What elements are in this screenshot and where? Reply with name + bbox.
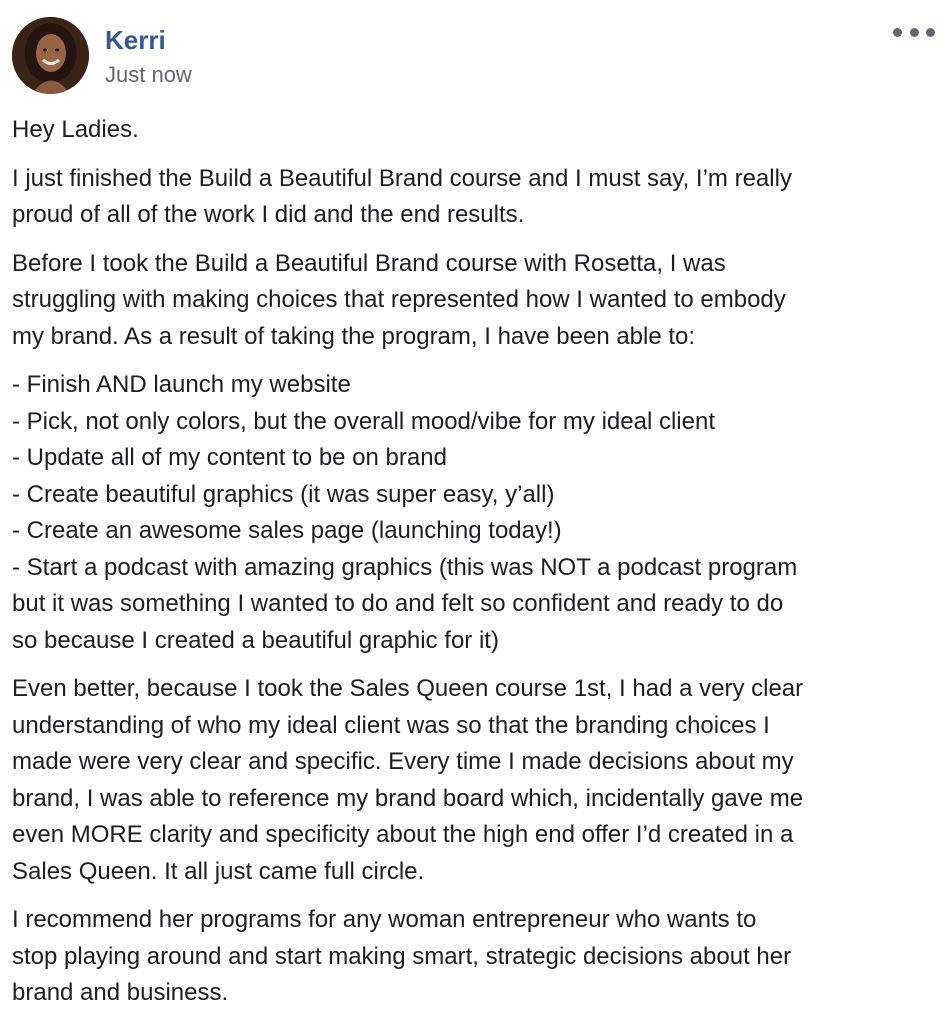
- post-text-line: - Create beautiful graphics (it was supe…: [12, 480, 555, 508]
- post-text-line: Even better, because I took the Sales Qu…: [12, 675, 804, 702]
- post-text-line: brand and business.: [12, 979, 229, 1006]
- post-paragraph: Before I took the Build a Beautiful Bran…: [12, 246, 937, 356]
- post-text-line: struggling with making choices that repr…: [12, 286, 786, 313]
- ellipsis-icon: [926, 27, 935, 37]
- post-text-line: made were very clear and specific. Every…: [12, 748, 794, 775]
- post-text-line: understanding of who my ideal client was…: [12, 711, 770, 739]
- post-text-line: brand, I was able to reference my brand …: [12, 784, 804, 812]
- post-paragraph: Even better, because I took the Sales Qu…: [12, 671, 937, 890]
- post-text-line: Before I took the Build a Beautiful Bran…: [12, 249, 726, 277]
- post-text-line: - Update all of my content to be on bran…: [12, 444, 447, 471]
- post-text-line: - Start a podcast with amazing graphics …: [12, 553, 798, 581]
- post-text-line: I just finished the Build a Beautiful Br…: [12, 164, 792, 192]
- profile-photo-icon: [12, 17, 89, 94]
- post-text-line: stop playing around and start making sma…: [12, 942, 792, 970]
- post-text-line: but it was something I wanted to do and …: [12, 590, 784, 617]
- post-text-line: proud of all of the work I did and the e…: [12, 201, 525, 228]
- post-paragraph: I just finished the Build a Beautiful Br…: [12, 161, 937, 234]
- author-avatar[interactable]: [12, 17, 89, 94]
- ellipsis-icon: [893, 27, 902, 37]
- post-timestamp[interactable]: Just now: [105, 61, 192, 89]
- more-options-button[interactable]: [893, 20, 935, 44]
- post-text-line: I recommend her programs for any woman e…: [12, 906, 757, 933]
- post-text-line: so because I created a beautiful graphic…: [12, 626, 499, 654]
- post-card: Kerri Just now Hey Ladies. I just finishe…: [0, 0, 947, 1024]
- post-paragraph: I recommend her programs for any woman e…: [12, 902, 937, 1012]
- post-text-line: - Pick, not only colors, but the overall…: [12, 407, 715, 435]
- author-name[interactable]: Kerri: [105, 24, 166, 56]
- post-body: Hey Ladies. I just finished the Build a B…: [12, 112, 937, 1024]
- post-paragraph: - Finish AND launch my website - Pick, no…: [12, 367, 937, 659]
- post-paragraph: Hey Ladies.: [12, 112, 937, 149]
- post-text-line: Sales Queen. It all just came full circl…: [12, 857, 425, 885]
- post-text-line: Hey Ladies.: [12, 116, 139, 143]
- post-text-line: - Create an awesome sales page (launchin…: [12, 517, 562, 544]
- post-text-line: even MORE clarity and specificity about …: [12, 821, 794, 848]
- post-text-line: my brand. As a result of taking the prog…: [12, 322, 696, 350]
- ellipsis-icon: [909, 27, 919, 37]
- post-text-line: - Finish AND launch my website: [12, 371, 351, 398]
